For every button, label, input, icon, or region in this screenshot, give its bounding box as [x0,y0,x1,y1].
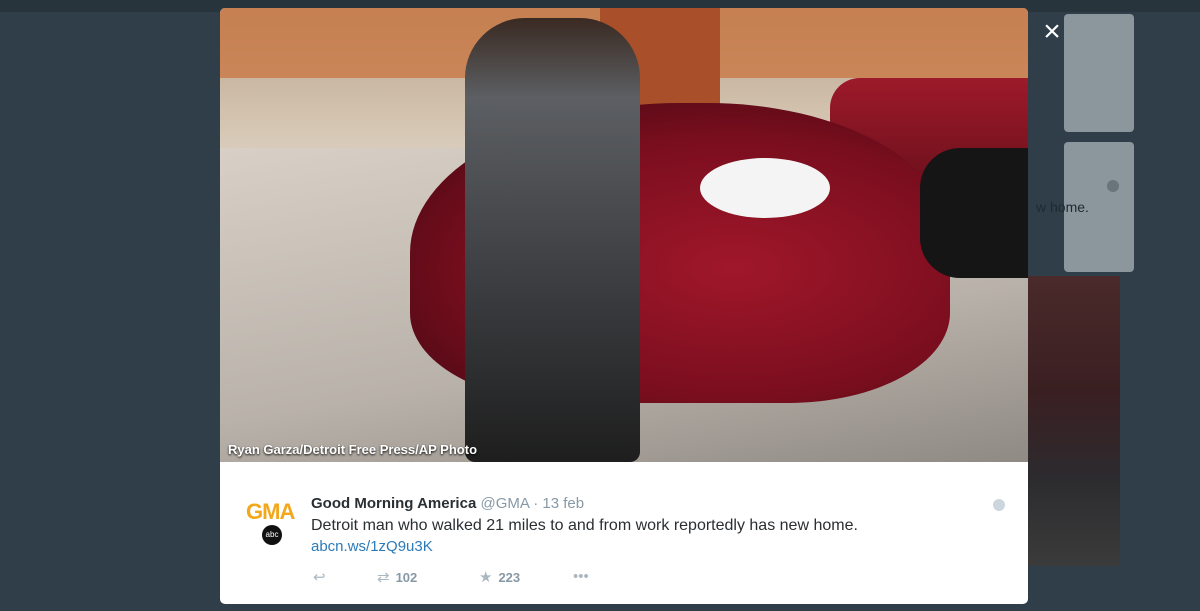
tweet: GMA abc Good Morning America @GMA · 13 f… [220,462,1028,604]
retweet-count: 102 [395,570,418,585]
author-name[interactable]: Good Morning America [311,495,476,512]
reply-icon[interactable]: ↩ [313,568,326,586]
more-icon[interactable]: ••• [573,568,589,585]
tweet-media-modal: Ryan Garza/Detroit Free Press/AP Photo G… [220,8,1028,604]
tweet-photo[interactable]: Ryan Garza/Detroit Free Press/AP Photo [220,8,1028,462]
favorite-button[interactable]: ★ 223 [479,568,520,586]
favorite-icon: ★ [479,569,493,586]
tweet-actions: ↩ ⇄ 102 ★ 223 ••• [311,568,711,588]
retweet-icon: ⇄ [377,569,390,586]
background-photo [1028,276,1120,566]
tweet-text: Detroit man who walked 21 miles to and f… [311,517,858,534]
background-tweet-card [1064,14,1134,132]
avatar-abc-badge: abc [262,525,282,545]
favorite-count: 223 [498,570,521,585]
tweet-header: Good Morning America @GMA · 13 feb [311,495,584,512]
header-separator: · [533,495,539,512]
avatar[interactable]: GMA abc [244,495,298,549]
globe-icon [993,499,1005,511]
tweet-link[interactable]: abcn.ws/1zQ9u3K [311,538,433,555]
photo-gift-bow [700,158,830,218]
close-icon[interactable]: × [1038,17,1066,47]
background-tweet-text: w home. [1036,199,1089,215]
photo-camera [920,148,1028,278]
photo-man [465,18,640,462]
retweet-button[interactable]: ⇄ 102 [377,568,417,586]
tweet-date[interactable]: 13 feb [542,495,584,512]
photo-credit: Ryan Garza/Detroit Free Press/AP Photo [228,442,478,457]
globe-icon [1107,180,1119,192]
avatar-logo-text: GMA [246,499,295,524]
author-handle[interactable]: @GMA [480,495,529,512]
